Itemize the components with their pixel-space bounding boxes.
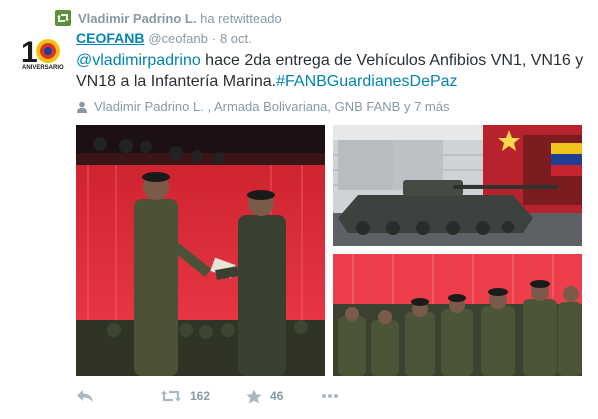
- reply-button[interactable]: [76, 389, 102, 403]
- tweet-actions: 162 46: [76, 386, 375, 406]
- retweet-icon: [55, 10, 71, 26]
- tagged-people-text: Vladimir Padrino L. , Armada Bolivariana…: [94, 99, 450, 114]
- separator: ·: [211, 31, 217, 46]
- retweet-action-icon: [161, 390, 181, 402]
- author-handle[interactable]: @ceofanb: [148, 31, 207, 46]
- more-button[interactable]: [321, 393, 347, 399]
- star-icon: [246, 389, 262, 403]
- retweet-header: Vladimir Padrino L. ha retwitteado: [55, 8, 282, 28]
- avatar[interactable]: 1 ANIVERSARIO: [20, 32, 68, 80]
- reply-icon: [77, 390, 93, 402]
- tweet-text: @vladimirpadrino hace 2da entrega de Veh…: [76, 50, 588, 92]
- photo-ceremony-handshake[interactable]: [76, 125, 325, 376]
- author-name[interactable]: CEOFANB: [76, 30, 144, 46]
- more-icon: [322, 394, 339, 398]
- retweet-count: 162: [190, 389, 211, 403]
- media-grid: [76, 125, 582, 376]
- favorite-button[interactable]: 46: [246, 389, 283, 404]
- tweet-header: CEOFANB @ceofanb · 8 oct.: [76, 28, 588, 49]
- favorite-count: 46: [270, 389, 284, 403]
- anniversary-logo: 1: [21, 36, 65, 71]
- photo-formation[interactable]: [333, 254, 582, 376]
- tweet: CEOFANB @ceofanb · 8 oct. @vladimirpadri…: [76, 28, 588, 114]
- hashtag-link[interactable]: #FANBGuardianesDePaz: [276, 73, 457, 90]
- tweet-date[interactable]: 8 oct.: [220, 31, 252, 46]
- tagged-people[interactable]: Vladimir Padrino L. , Armada Bolivariana…: [76, 99, 588, 114]
- retweet-suffix: ha retwitteado: [200, 10, 282, 26]
- avatar-caption: ANIVERSARIO: [22, 65, 64, 71]
- mention-link[interactable]: @vladimirpadrino: [76, 52, 201, 69]
- photo-amphibious-vehicle[interactable]: [333, 125, 582, 246]
- person-icon: [76, 101, 88, 113]
- retweet-button[interactable]: 162: [160, 389, 210, 403]
- retweeter-name[interactable]: Vladimir Padrino L.: [78, 11, 196, 26]
